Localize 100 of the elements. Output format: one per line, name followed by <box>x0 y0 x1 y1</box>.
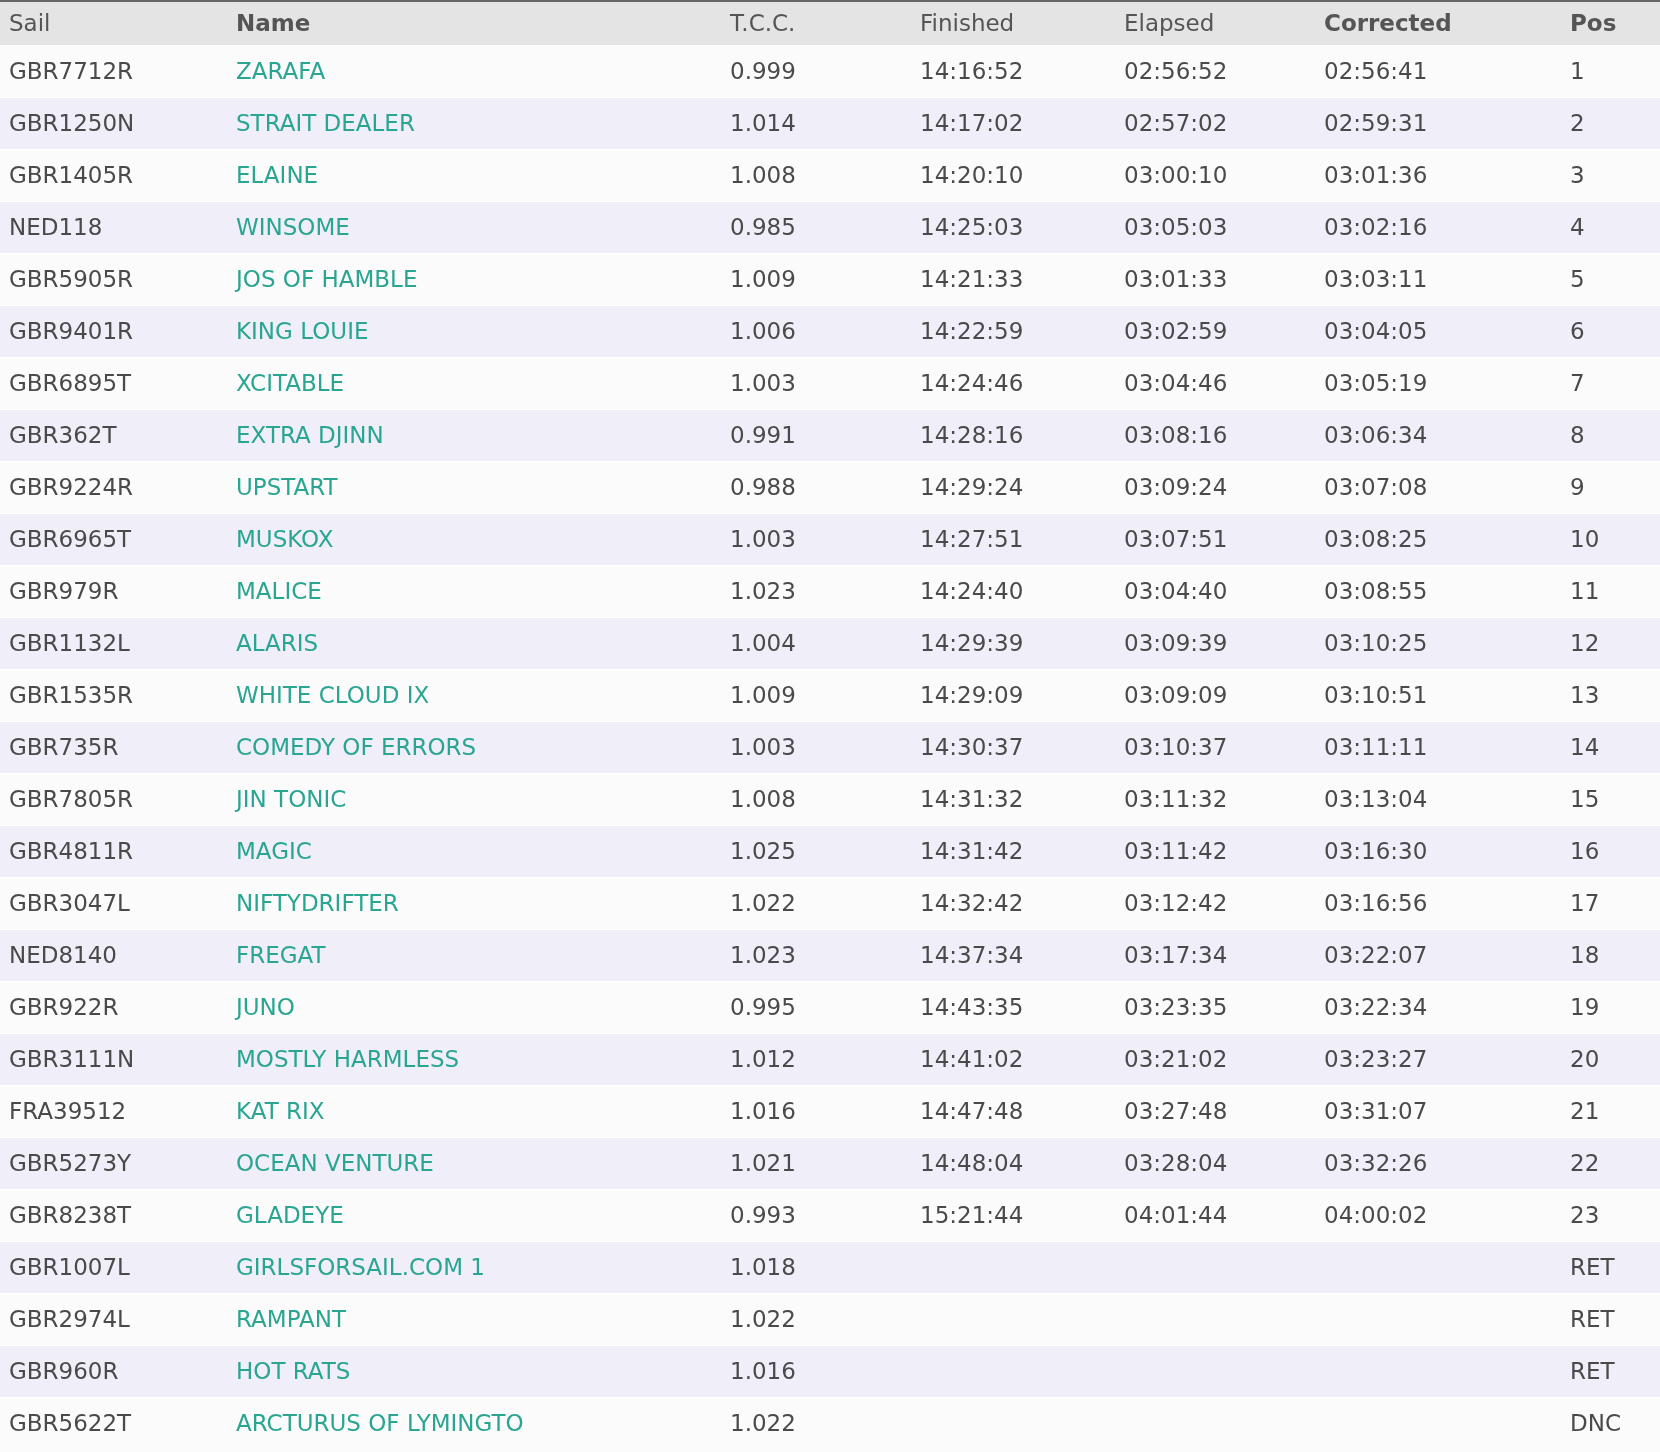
position: RET <box>1570 1253 1615 1280</box>
boat-name-link[interactable]: JOS OF HAMBLE <box>236 265 418 292</box>
rating: 1.004 <box>730 629 796 656</box>
finish-time: 14:31:32 <box>920 785 1024 812</box>
elapsed-time: 03:00:10 <box>1124 161 1228 188</box>
finish-time: 14:32:42 <box>920 889 1024 916</box>
boat-name-link[interactable]: KING LOUIE <box>236 317 369 344</box>
boat-name-link[interactable]: EXTRA DJINN <box>236 421 384 448</box>
position: 4 <box>1570 213 1585 240</box>
boat-name-link[interactable]: RAMPANT <box>236 1305 346 1332</box>
finish-time: 14:16:52 <box>920 57 1024 84</box>
position: 14 <box>1570 733 1600 760</box>
finish-time: 14:43:35 <box>920 993 1024 1020</box>
boat-name-link[interactable]: HOT RATS <box>236 1357 351 1384</box>
rating: 0.993 <box>730 1201 796 1228</box>
sail-number: NED8140 <box>9 941 117 968</box>
sail-number: GBR1007L <box>9 1253 130 1280</box>
boat-name-link[interactable]: ARCTURUS OF LYMINGTO <box>236 1410 524 1436</box>
boat-name-link[interactable]: ELAINE <box>236 161 319 188</box>
boat-name-link[interactable]: ALARIS <box>236 629 319 656</box>
position: 19 <box>1570 993 1600 1020</box>
rating: 1.022 <box>730 889 796 916</box>
sail-number: GBR5622T <box>9 1410 132 1436</box>
column-header: Sail <box>9 10 51 36</box>
elapsed-time: 03:27:48 <box>1124 1097 1228 1124</box>
rating: 1.003 <box>730 525 796 552</box>
finish-time: 14:27:51 <box>920 525 1024 552</box>
rating: 1.012 <box>730 1045 796 1072</box>
finish-time: 14:28:16 <box>920 421 1024 448</box>
elapsed-time: 03:11:42 <box>1124 837 1228 864</box>
elapsed-time: 03:07:51 <box>1124 525 1228 552</box>
sail-number: GBR7712R <box>9 57 134 84</box>
corrected-time: 03:02:16 <box>1324 213 1428 240</box>
boat-name-link[interactable]: GLADEYE <box>236 1201 344 1228</box>
corrected-time: 03:05:19 <box>1324 369 1428 396</box>
position: DNC <box>1570 1410 1621 1436</box>
boat-name-link[interactable]: JIN TONIC <box>236 785 347 812</box>
column-header: Name <box>236 10 311 36</box>
boat-name-link[interactable]: UPSTART <box>236 473 338 500</box>
position: 22 <box>1570 1149 1600 1176</box>
sail-number: GBR9401R <box>9 317 134 344</box>
elapsed-time: 03:17:34 <box>1124 941 1228 968</box>
position: 12 <box>1570 629 1600 656</box>
finish-time: 14:25:03 <box>920 213 1024 240</box>
boat-name-link[interactable]: WHITE CLOUD IX <box>236 681 430 708</box>
finish-time: 14:48:04 <box>920 1149 1024 1176</box>
corrected-time: 02:56:41 <box>1324 57 1428 84</box>
rating: 1.014 <box>730 109 796 136</box>
position: 10 <box>1570 525 1600 552</box>
elapsed-time: 03:08:16 <box>1124 421 1228 448</box>
sail-number: GBR979R <box>9 577 119 604</box>
corrected-time: 03:32:26 <box>1324 1149 1428 1176</box>
sail-number: GBR1405R <box>9 161 134 188</box>
boat-name-link[interactable]: MAGIC <box>236 837 312 864</box>
elapsed-time: 03:09:24 <box>1124 473 1228 500</box>
boat-name-link[interactable]: NIFTYDRIFTER <box>236 889 399 916</box>
corrected-time: 03:11:11 <box>1324 733 1428 760</box>
rating: 0.999 <box>730 57 796 84</box>
corrected-time: 03:22:34 <box>1324 993 1428 1020</box>
sail-number: GBR9224R <box>9 473 134 500</box>
sail-number: GBR4811R <box>9 837 134 864</box>
position: 16 <box>1570 837 1600 864</box>
corrected-time: 04:00:02 <box>1324 1201 1428 1228</box>
corrected-time: 03:16:56 <box>1324 889 1428 916</box>
boat-name-link[interactable]: FREGAT <box>236 941 326 968</box>
sail-number: GBR362T <box>9 421 117 448</box>
finish-time: 14:22:59 <box>920 317 1024 344</box>
finish-time: 15:21:44 <box>920 1201 1024 1228</box>
boat-name-link[interactable]: JUNO <box>236 993 295 1020</box>
elapsed-time: 03:02:59 <box>1124 317 1228 344</box>
sail-number: GBR922R <box>9 993 119 1020</box>
rating: 1.016 <box>730 1357 796 1384</box>
boat-name-link[interactable]: WINSOME <box>236 213 350 240</box>
rating: 0.985 <box>730 213 796 240</box>
corrected-time: 03:31:07 <box>1324 1097 1428 1124</box>
corrected-time: 03:22:07 <box>1324 941 1428 968</box>
position: 21 <box>1570 1097 1600 1124</box>
finish-time: 14:17:02 <box>920 109 1024 136</box>
corrected-time: 03:07:08 <box>1324 473 1428 500</box>
elapsed-time: 04:01:44 <box>1124 1201 1228 1228</box>
column-header: Pos <box>1570 10 1617 36</box>
sail-number: NED118 <box>9 213 103 240</box>
elapsed-time: 03:04:46 <box>1124 369 1228 396</box>
sail-number: GBR6895T <box>9 369 132 396</box>
boat-name-link[interactable]: STRAIT DEALER <box>236 109 415 136</box>
elapsed-time: 03:01:33 <box>1124 265 1228 292</box>
finish-time: 14:24:46 <box>920 369 1024 396</box>
rating: 1.009 <box>730 265 796 292</box>
sail-number: GBR2974L <box>9 1305 130 1332</box>
position: 23 <box>1570 1201 1600 1228</box>
finish-time: 14:29:09 <box>920 681 1024 708</box>
boat-name-link[interactable]: KAT RIX <box>236 1097 325 1124</box>
finish-time: 14:29:39 <box>920 629 1024 656</box>
boat-name-link[interactable]: ZARAFA <box>236 57 326 84</box>
boat-name-link[interactable]: XCITABLE <box>236 369 345 396</box>
finish-time: 14:21:33 <box>920 265 1024 292</box>
elapsed-time: 03:04:40 <box>1124 577 1228 604</box>
boat-name-link[interactable]: MUSKOX <box>236 525 334 552</box>
boat-name-link[interactable]: MALICE <box>236 577 322 604</box>
sail-number: GBR5905R <box>9 265 134 292</box>
